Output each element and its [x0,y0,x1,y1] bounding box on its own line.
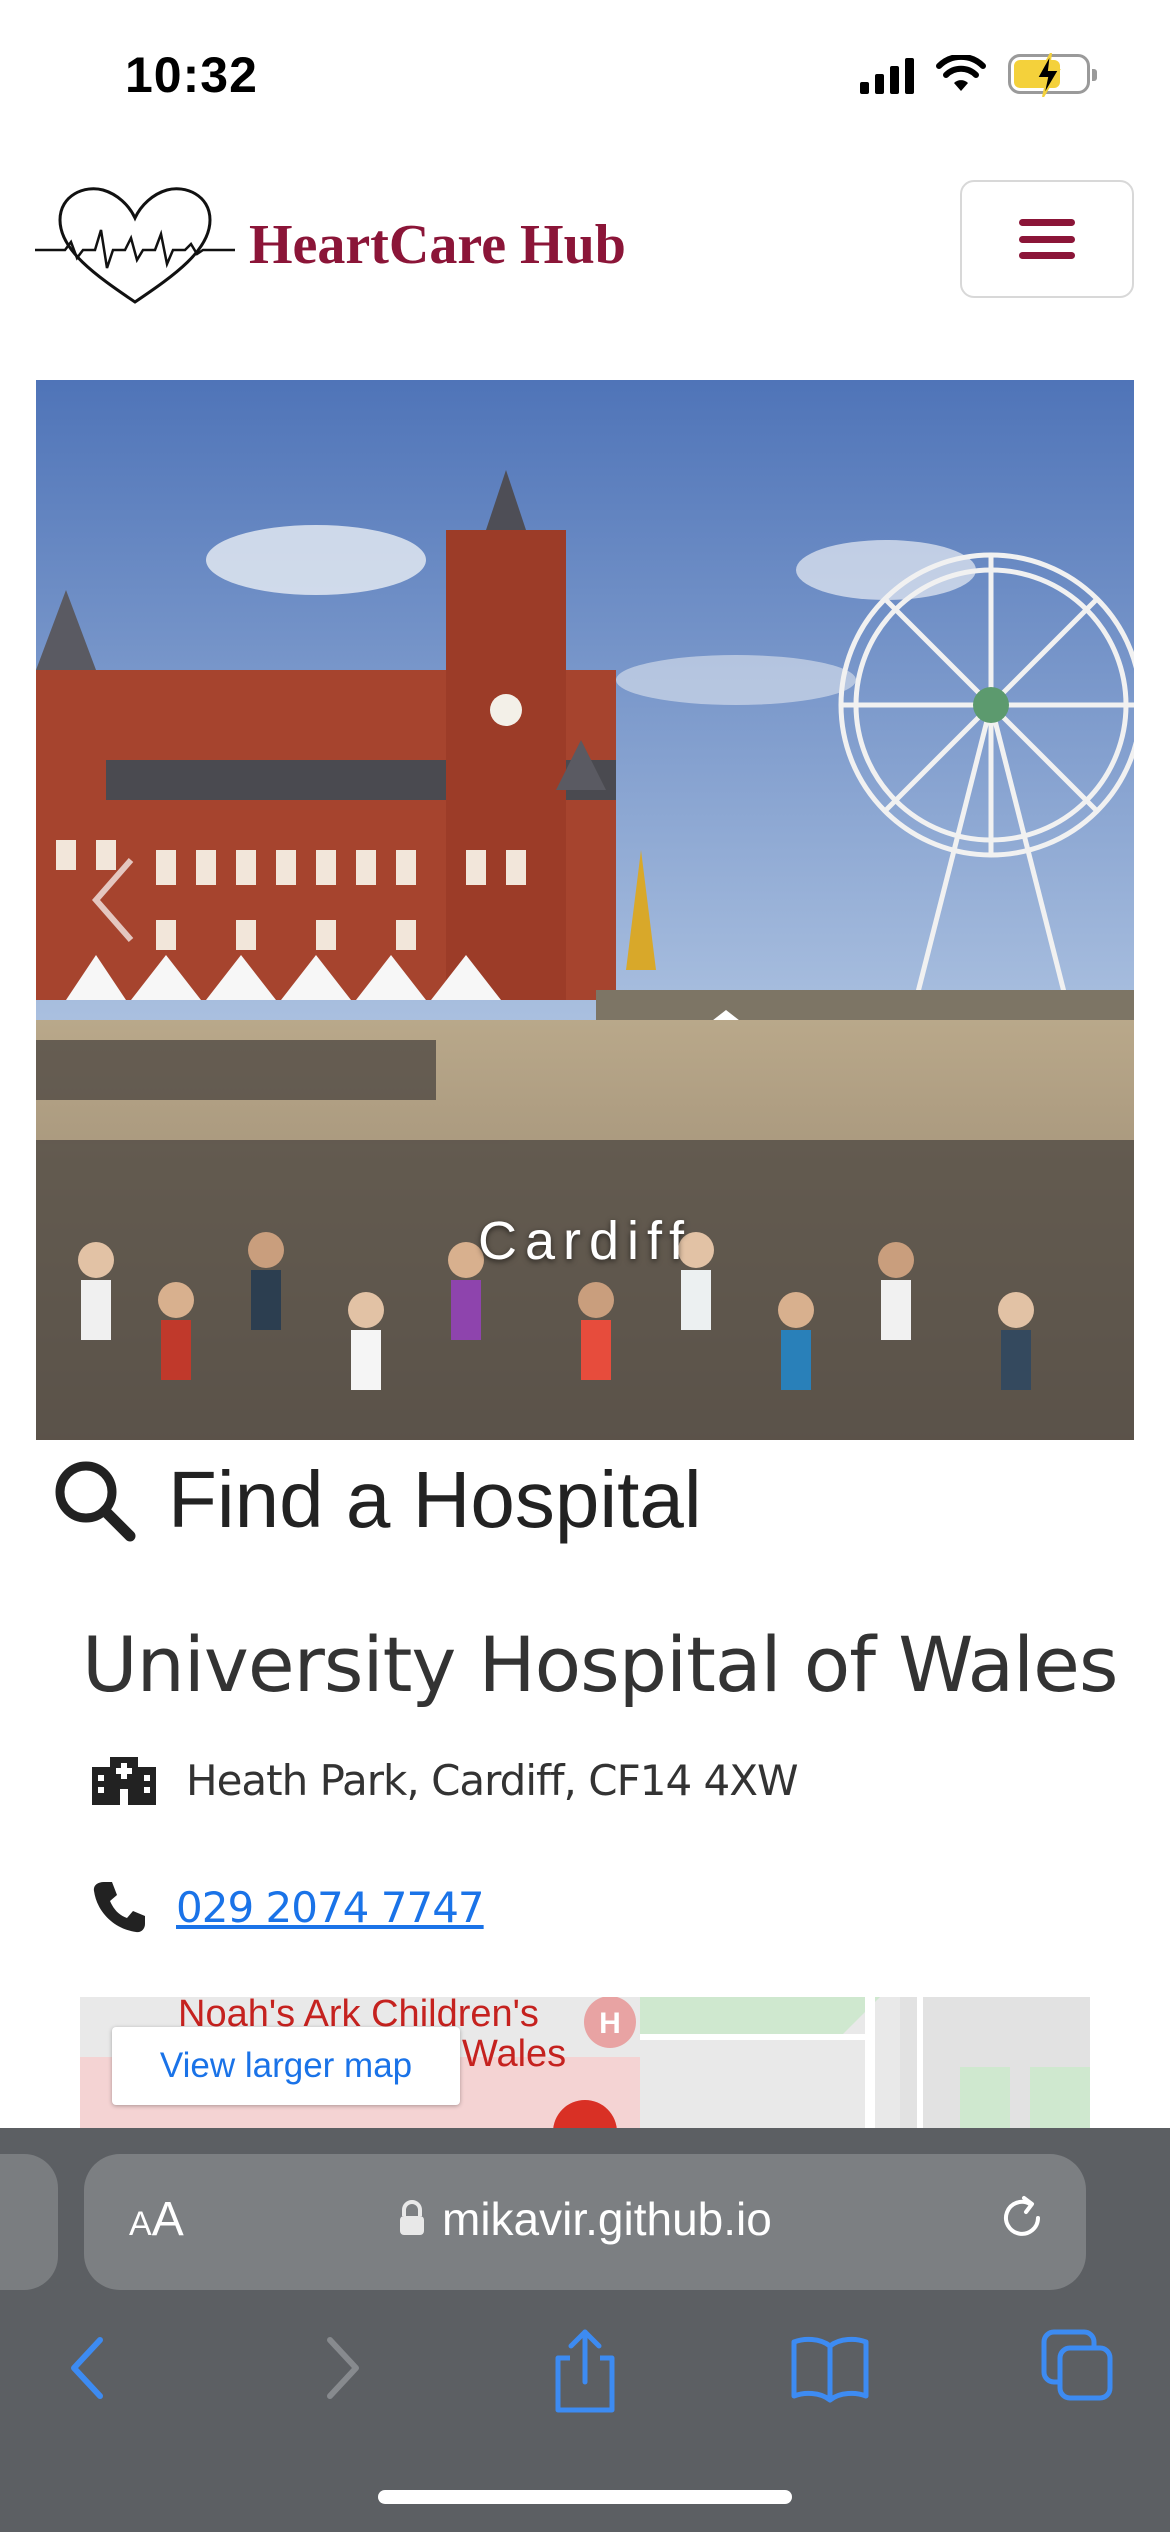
hospital-address-row: Heath Park, Cardiff, CF14 4XW [92,1755,799,1805]
menu-toggle-button[interactable] [960,180,1134,298]
carousel-prev-chevron-icon[interactable] [86,850,146,950]
hospital-phone-link[interactable]: 029 2074 7747 [176,1883,485,1932]
heart-ecg-logo-icon [35,187,235,304]
cardiff-bay-photo [36,380,1134,1440]
svg-text:H: H [599,2007,621,2040]
phone-icon [93,1882,145,1933]
view-larger-map-button[interactable]: View larger map [112,2027,460,2105]
browser-toolbar [0,2318,1170,2438]
url-text[interactable]: mikavir.github.io [442,2192,772,2246]
carousel-caption: Cardiff [477,1211,693,1271]
site-logo[interactable]: HeartCare Hub [35,180,626,310]
tabs-icon[interactable] [1040,2328,1114,2402]
home-indicator [378,2490,792,2504]
forward-chevron-icon[interactable] [318,2328,368,2408]
browser-bottom-bar: AA mikavir.github.io [0,2128,1170,2532]
status-bar: 10:32 [0,0,1170,150]
hospital-address: Heath Park, Cardiff, CF14 4XW [186,1755,799,1805]
bookmarks-icon[interactable] [790,2328,870,2408]
status-time: 10:32 [125,47,258,103]
share-icon[interactable] [548,2328,622,2414]
address-bar[interactable]: AA mikavir.github.io [84,2154,1086,2290]
wifi-icon [936,55,986,91]
previous-tab-peek[interactable] [0,2154,58,2290]
search-icon [55,1461,136,1542]
brand-name: HeartCare Hub [249,214,626,276]
status-icons [860,53,1097,97]
battery-charging-icon [1008,53,1097,97]
cellular-signal-icon [860,54,914,94]
hospital-name: University Hospital of Wales [82,1620,1119,1709]
hospital-phone-row: 029 2074 7747 [92,1880,485,1934]
image-carousel[interactable]: Cardiff [36,380,1134,1440]
site-header: HeartCare Hub [0,150,1170,350]
find-hospital-heading: Find a Hospital [50,1440,702,1560]
lock-icon [400,2200,424,2235]
hospital-building-icon [92,1757,156,1805]
embedded-map[interactable]: H Noah's Ark Children's Wales View large… [80,1997,1090,2132]
hamburger-menu-icon [1019,219,1075,259]
map-place-label-line2: Wales [462,2033,567,2075]
text-size-button[interactable]: AA [129,2192,184,2247]
reload-icon[interactable] [994,2190,1050,2246]
back-chevron-icon[interactable] [62,2328,112,2408]
find-hospital-title: Find a Hospital [168,1455,702,1544]
